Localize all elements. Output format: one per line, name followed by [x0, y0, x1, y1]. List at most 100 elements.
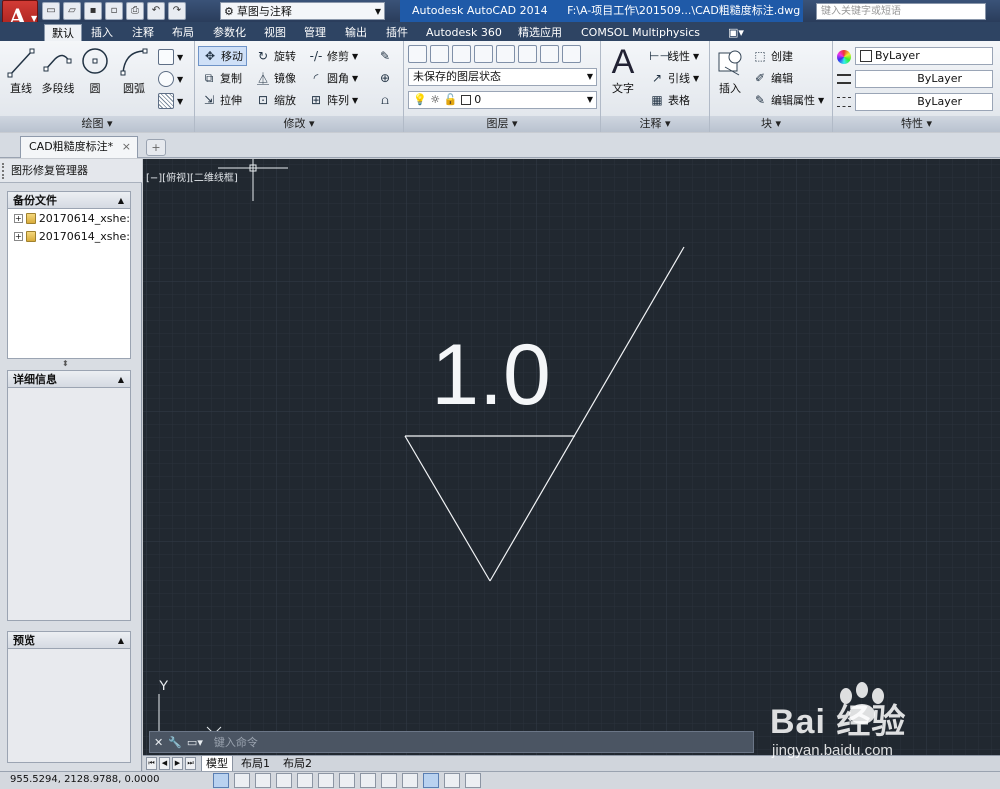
close-icon[interactable]: × — [122, 137, 131, 157]
close-icon[interactable]: ✕ — [154, 736, 163, 749]
open-file-icon[interactable]: ▱ — [63, 2, 81, 20]
search-input[interactable]: 键入关键字或短语 — [816, 3, 986, 20]
command-input[interactable]: 键入命令 — [214, 734, 258, 750]
splitter-handle-icon[interactable]: ⬍ — [62, 359, 69, 368]
hatch-button[interactable]: ▼ — [158, 91, 183, 111]
tab-autodesk-360[interactable]: Autodesk 360 — [424, 24, 504, 41]
tab-parametric[interactable]: 参数化 — [211, 24, 248, 41]
object-snap-icon[interactable] — [318, 773, 334, 788]
layer-freeze-icon[interactable] — [518, 45, 537, 63]
layer-lock-icon[interactable] — [540, 45, 559, 63]
layer-off-icon[interactable] — [496, 45, 515, 63]
explode-button[interactable]: ⊕ — [377, 68, 393, 88]
tab-insert[interactable]: 插入 — [89, 24, 115, 41]
fillet-button[interactable]: ◜ 圆角 ▼ — [308, 68, 358, 88]
new-file-icon[interactable]: ▭ — [42, 2, 60, 20]
create-block-button[interactable]: ⬚ 创建 — [752, 46, 793, 66]
new-tab-button[interactable]: + — [146, 139, 166, 156]
mirror-button[interactable]: ⏅ 镜像 — [255, 68, 296, 88]
dynamic-input-icon[interactable] — [402, 773, 418, 788]
modify-panel-title[interactable]: 修改 ▾ — [195, 116, 403, 132]
command-prompt-icon[interactable]: ▭▾ — [187, 736, 203, 749]
prev-layout-icon[interactable]: ◀ — [159, 757, 170, 770]
expand-icon[interactable]: + — [14, 231, 23, 241]
tab-comsol[interactable]: COMSOL Multiphysics — [579, 24, 702, 41]
arc-button[interactable]: 圆弧 — [116, 45, 152, 96]
leader-button[interactable]: ↗ 引线 ▼ — [649, 68, 699, 88]
linear-dimension-button[interactable]: ⊢⊣ 线性 ▼ — [649, 46, 699, 66]
table-button[interactable]: ▦ 表格 — [649, 90, 690, 110]
print-icon[interactable]: ⎙ — [126, 2, 144, 20]
first-layout-icon[interactable]: ⏮ — [146, 757, 157, 770]
tab-model[interactable]: 模型 — [201, 756, 233, 772]
tab-featured-apps[interactable]: 精选应用 — [516, 24, 564, 41]
line-button[interactable]: 直线 — [3, 45, 39, 96]
lineweight-dropdown[interactable]: ByLayer — [855, 70, 993, 88]
tab-layout1[interactable]: 布局1 — [237, 756, 274, 772]
layer-properties-icon[interactable] — [408, 45, 427, 63]
edit-block-button[interactable]: ✐ 编辑 — [752, 68, 793, 88]
copy-button[interactable]: ⧉ 复制 — [201, 68, 242, 88]
3d-object-snap-icon[interactable] — [339, 773, 355, 788]
polyline-button[interactable]: 多段线 — [40, 45, 76, 96]
trim-button[interactable]: -/- 修剪 ▼ — [308, 46, 359, 66]
wrench-icon[interactable]: 🔧 — [168, 736, 182, 749]
tab-output[interactable]: 输出 — [343, 24, 369, 41]
backup-file-item[interactable]: +20170614_xshe: — [8, 227, 130, 245]
last-layout-icon[interactable]: ⏭ — [185, 757, 196, 770]
lineweight-icon-button[interactable] — [837, 69, 851, 89]
layer-state-dropdown[interactable]: 未保存的图层状态 ▼ — [408, 68, 597, 86]
backup-file-item[interactable]: +20170614_xshe: — [8, 209, 130, 227]
rotate-button[interactable]: ↻ 旋转 — [255, 46, 296, 66]
layer-isolate-icon[interactable] — [474, 45, 493, 63]
move-button[interactable]: ✥ 移动 — [198, 46, 247, 66]
color-dropdown[interactable]: ByLayer — [855, 47, 993, 65]
annotation-panel-title[interactable]: 注释 ▾ — [601, 116, 709, 132]
undo-icon[interactable]: ↶ — [147, 2, 165, 20]
offset-button[interactable]: ⩍ — [377, 90, 393, 110]
viewport-controls[interactable]: [−][俯视][二维线框] — [146, 169, 238, 184]
linetype-dropdown[interactable]: ByLayer — [855, 93, 993, 111]
layers-panel-title[interactable]: 图层 ▾ — [404, 116, 600, 132]
cursor-coordinates[interactable]: 955.5294, 2128.9788, 0.0000 — [10, 774, 160, 785]
next-layout-icon[interactable]: ▶ — [172, 757, 183, 770]
tab-view[interactable]: 视图 — [262, 24, 288, 41]
details-header[interactable]: 详细信息 ▲ — [8, 371, 130, 388]
tab-layout[interactable]: 布局 — [170, 24, 196, 41]
rectangle-button[interactable]: ▼ — [158, 47, 183, 67]
edit-attributes-button[interactable]: ✎ 编辑属性 ▼ — [752, 90, 824, 110]
layer-walk-icon[interactable] — [562, 45, 581, 63]
tab-default[interactable]: 默认 — [44, 24, 82, 41]
erase-button[interactable]: ✎ — [377, 46, 393, 66]
drawing-area[interactable]: 1.0 Y [−][俯视][二维线框] — [143, 159, 1000, 755]
infer-constraints-icon[interactable] — [213, 773, 229, 788]
object-snap-tracking-icon[interactable] — [360, 773, 376, 788]
tab-layout2[interactable]: 布局2 — [279, 756, 316, 772]
grip-icon[interactable] — [2, 163, 6, 179]
save-icon[interactable]: ▪ — [84, 2, 102, 20]
block-panel-title[interactable]: 块 ▾ — [710, 116, 832, 132]
layer-dropdown[interactable]: 💡 ☼ 🔓 0 ▼ — [408, 91, 597, 109]
document-tab[interactable]: CAD粗糙度标注* × — [20, 136, 138, 158]
grid-display-icon[interactable] — [255, 773, 271, 788]
array-button[interactable]: ⊞ 阵列 ▼ — [308, 90, 358, 110]
scale-button[interactable]: ⊡ 缩放 — [255, 90, 296, 110]
backup-files-header[interactable]: 备份文件 ▲ — [8, 192, 130, 209]
properties-panel-title[interactable]: 特性 ▾ — [833, 116, 1000, 132]
save-as-icon[interactable]: ▫ — [105, 2, 123, 20]
insert-block-button[interactable]: 插入 — [712, 45, 748, 96]
preview-header[interactable]: 预览 ▲ — [8, 632, 130, 649]
linetype-icon-button[interactable] — [837, 92, 851, 112]
layer-match-icon[interactable] — [430, 45, 449, 63]
expand-icon[interactable]: + — [14, 213, 23, 223]
layer-previous-icon[interactable] — [452, 45, 471, 63]
polar-tracking-icon[interactable] — [297, 773, 313, 788]
match-properties-button[interactable] — [837, 47, 851, 67]
ellipse-button[interactable]: ▼ — [158, 69, 183, 89]
tab-annotate[interactable]: 注释 — [130, 24, 156, 41]
snap-mode-icon[interactable] — [234, 773, 250, 788]
lineweight-toggle-icon[interactable] — [423, 773, 439, 788]
draw-panel-title[interactable]: 绘图 ▾ — [0, 116, 194, 132]
dynamic-ucs-icon[interactable] — [381, 773, 397, 788]
tab-manage[interactable]: 管理 — [302, 24, 328, 41]
